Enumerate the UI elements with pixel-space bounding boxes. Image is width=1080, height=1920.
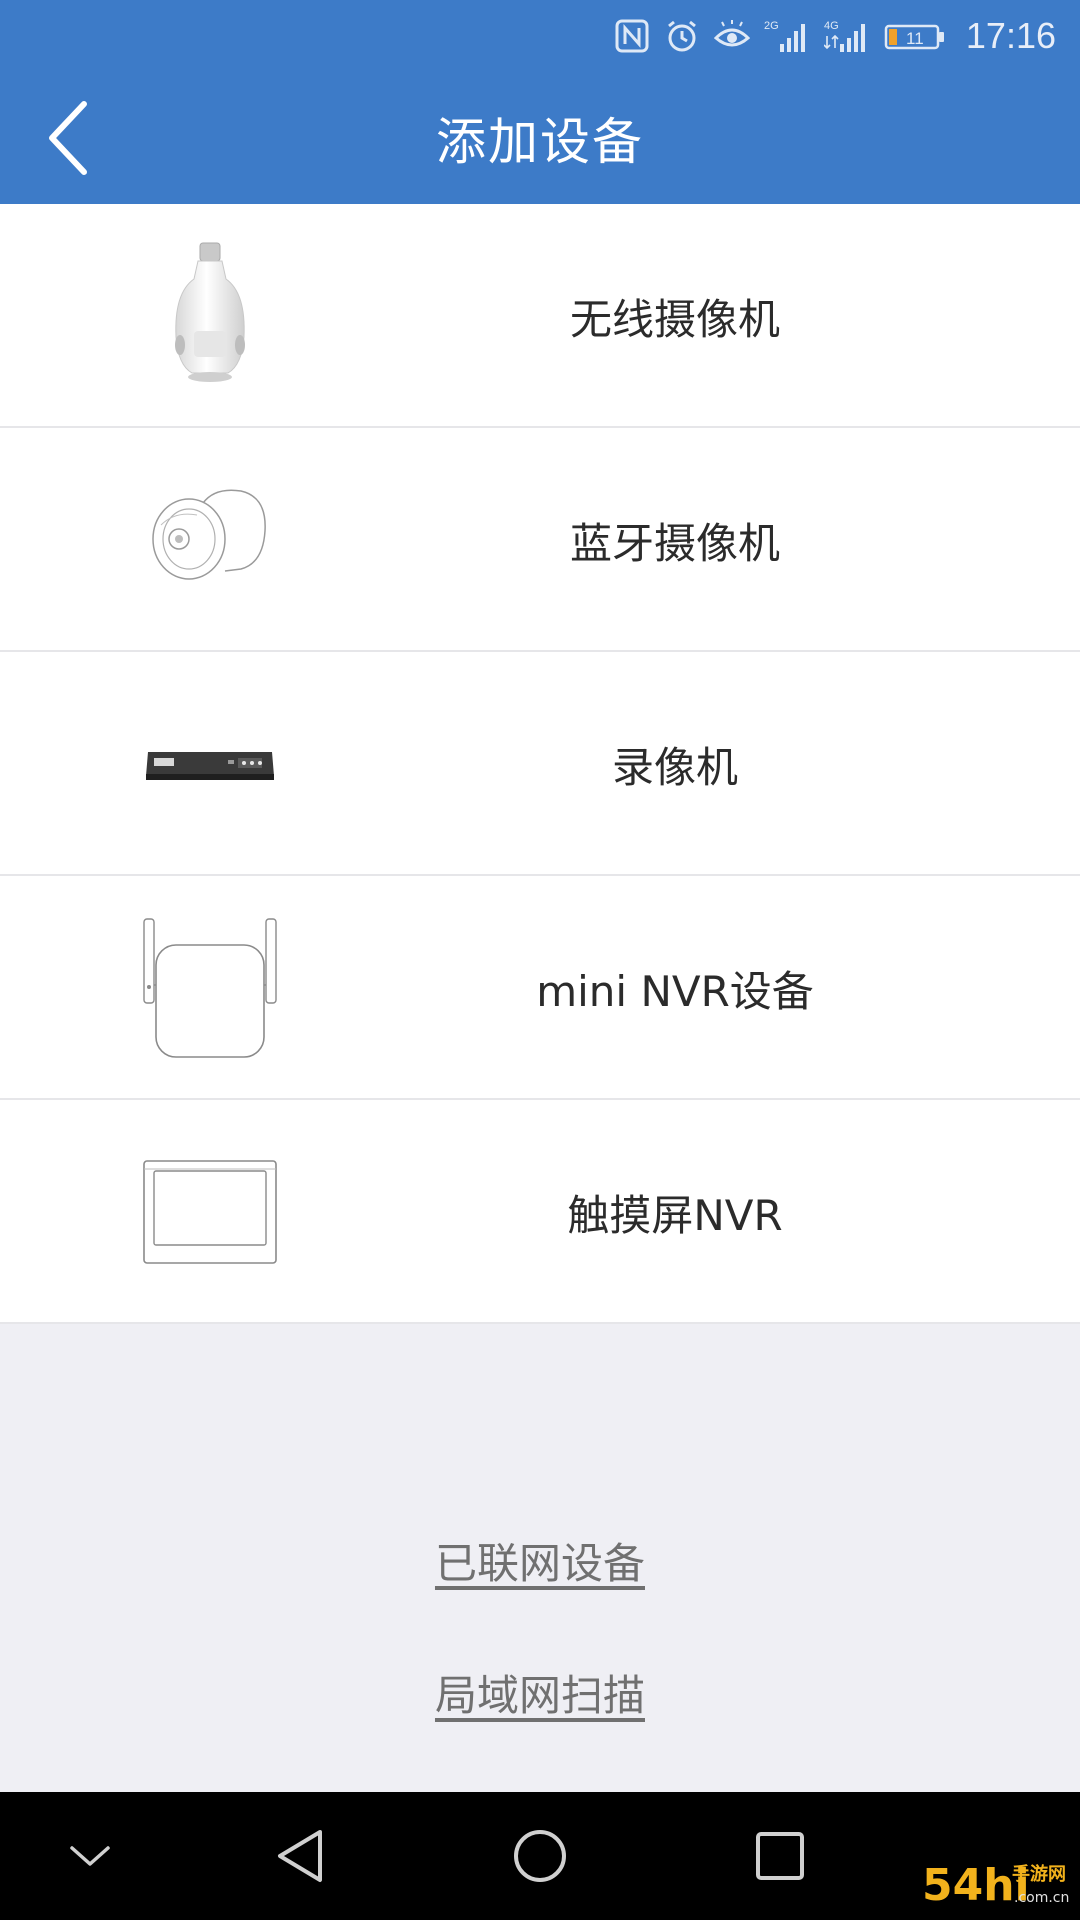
status-time: 17:16	[965, 15, 1056, 56]
lan-scan-link[interactable]: 局域网扫描	[435, 1671, 645, 1720]
recents-square-icon	[756, 1832, 804, 1880]
nav-back-button[interactable]	[260, 1816, 340, 1896]
battery-icon: 11	[884, 24, 944, 50]
alarm-icon	[667, 20, 696, 52]
networked-devices-link[interactable]: 已联网设备	[435, 1539, 645, 1588]
bulb-camera-icon	[175, 242, 245, 382]
page-title: 添加设备	[436, 113, 644, 171]
device-thumb	[120, 226, 300, 406]
device-item-touchscreen-nvr[interactable]: 触摸屏NVR	[0, 1100, 1080, 1324]
back-triangle-icon	[278, 1830, 322, 1882]
device-item-wireless-camera[interactable]: 无线摄像机	[0, 204, 1080, 428]
hide-nav-icon	[70, 1846, 110, 1866]
dvr-recorder-icon	[146, 752, 274, 780]
nav-recents-button[interactable]	[740, 1816, 820, 1896]
system-nav-bar: 54hi 手游网 .com.cn	[0, 1792, 1080, 1920]
device-label: mini NVR设备	[536, 966, 814, 1016]
svg-text:.com.cn: .com.cn	[1014, 1890, 1069, 1906]
svg-text:2G: 2G	[764, 20, 779, 32]
hide-nav-button[interactable]	[50, 1816, 130, 1896]
device-thumb	[120, 898, 300, 1078]
lan-scan-link-row: 局域网扫描	[0, 1662, 1080, 1723]
device-list: 无线摄像机 蓝牙摄像机 录像机 mini NVR设备 触摸屏NVR	[0, 204, 1080, 1324]
home-circle-icon	[514, 1830, 566, 1882]
device-thumb	[120, 1122, 300, 1302]
app-header: 2G 4G 11 17:16 添加设备	[0, 0, 1080, 204]
chevron-left-icon	[49, 101, 87, 175]
device-item-mini-nvr[interactable]: mini NVR设备	[0, 876, 1080, 1100]
title-bar: 添加设备	[0, 72, 1080, 204]
device-label: 蓝牙摄像机	[569, 518, 780, 568]
svg-text:4G: 4G	[824, 20, 839, 32]
device-label: 录像机	[611, 742, 738, 792]
svg-text:手游网: 手游网	[1012, 1863, 1066, 1885]
device-thumb	[120, 674, 300, 854]
signal-2g-icon: 2G	[764, 20, 805, 52]
nav-home-button[interactable]	[500, 1816, 580, 1896]
eye-comfort-icon	[713, 20, 750, 47]
device-item-bluetooth-camera[interactable]: 蓝牙摄像机	[0, 428, 1080, 652]
mini-nvr-router-icon	[143, 918, 277, 1058]
touchscreen-monitor-icon	[143, 1160, 277, 1264]
networked-devices-link-row: 已联网设备	[0, 1530, 1080, 1591]
back-button[interactable]	[36, 98, 100, 178]
svg-text:11: 11	[906, 29, 924, 48]
device-thumb	[120, 450, 300, 630]
status-bar: 2G 4G 11 17:16	[0, 0, 1080, 72]
device-item-recorder[interactable]: 录像机	[0, 652, 1080, 876]
dome-camera-icon	[152, 489, 266, 580]
nfc-icon	[615, 19, 649, 53]
device-label: 无线摄像机	[569, 294, 780, 344]
device-label: 触摸屏NVR	[567, 1190, 783, 1240]
signal-4g-icon: 4G	[823, 20, 865, 52]
watermark-logo: 54hi 手游网 .com.cn	[922, 1860, 1069, 1911]
